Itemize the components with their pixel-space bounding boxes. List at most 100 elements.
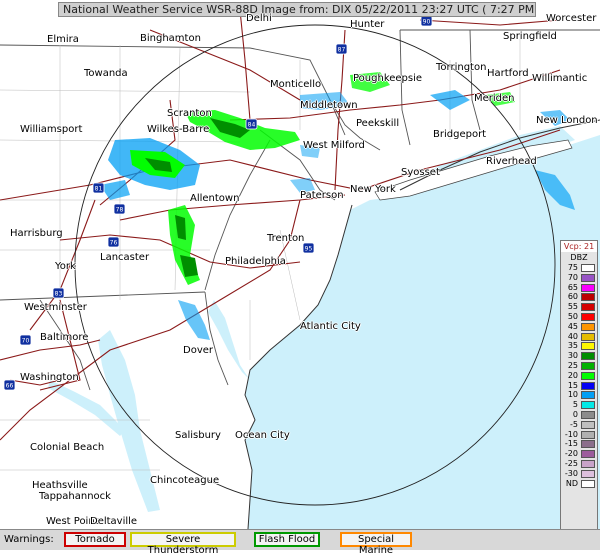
legend-level-label: 20 [567,370,578,380]
city-label: Middletown [300,100,358,111]
legend-color-swatch [581,450,595,459]
city-label: Paterson [300,190,344,201]
shield-i95-label: 95 [305,246,313,253]
legend-color-swatch [581,401,595,410]
shield-i81-label: 81 [95,186,103,193]
legend-color-swatch [581,264,595,272]
city-label: Heathsville [32,480,88,491]
city-label: Trenton [267,233,305,244]
city-label: Washington [20,372,79,383]
city-label: Poughkeepsie [353,73,423,84]
legend-level-label: 55 [567,302,578,312]
legend-row: 35 [561,341,597,351]
shield-i78-label: 78 [116,207,124,214]
legend-row: 45 [561,322,597,332]
legend-row: -25 [561,459,597,469]
legend-color-swatch [581,332,595,341]
legend-level-label: 0 [572,409,578,419]
city-label: Hunter [350,19,385,30]
legend-level-label: -25 [564,458,578,468]
shield-i81: 81 [92,182,105,194]
radar-frame: 90 87 84 81 78 76 83 70 95 66 National W… [0,0,600,556]
legend-row: -30 [561,469,597,479]
legend-row: -10 [561,430,597,440]
city-label: Scranton [167,108,212,119]
legend-level-label: -20 [564,449,578,459]
city-label: Syosset [401,167,440,178]
city-label: Meriden [474,93,515,104]
vcp-label: Vcp: 21 [561,241,597,252]
legend-row: 50 [561,312,597,322]
warnings-bar: Warnings: Tornado Severe Thunderstorm Fl… [0,529,600,556]
city-label: Colonial Beach [30,442,105,453]
legend-color-swatch [581,303,595,312]
tornado-warning-button[interactable]: Tornado [64,532,126,547]
shield-i90-label: 90 [423,19,431,26]
severe-thunderstorm-warning-button[interactable]: Severe Thunderstorm [130,532,236,556]
legend-color-swatch [581,479,595,488]
legend-level-label: -5 [570,419,578,429]
shield-i78: 78 [113,203,126,215]
city-label: Ocean City [235,430,290,441]
shield-i87: 87 [335,43,348,55]
shield-i76: 76 [107,236,120,248]
city-label: Lancaster [100,252,150,263]
warnings-title: Warnings: [4,534,54,545]
legend-row: -15 [561,439,597,449]
dbz-units-label: DBZ [570,253,588,262]
shield-i66-label: 66 [6,383,14,390]
special-marine-warning-button[interactable]: Special Marine [340,532,412,556]
legend-row: -5 [561,420,597,430]
legend-row: 10 [561,390,597,400]
legend-row: 0 [561,410,597,420]
legend-color-swatch [581,283,595,292]
legend-level-label: 65 [567,282,578,292]
legend-level-label: 60 [567,292,578,302]
legend-color-swatch [581,293,595,302]
flash-flood-warning-button[interactable]: Flash Flood [254,532,320,547]
city-label: Peekskill [356,118,400,129]
legend-level-label: 40 [567,331,578,341]
legend-level-label: ND [565,478,578,488]
legend-rows: 75 70 65 60 55 50 45 40 35 30 25 20 15 10 5 0 -5 -10 -15 -2… [561,263,597,488]
legend-row: 20 [561,371,597,381]
legend-level-label: 10 [567,390,578,400]
city-label: Deltaville [90,516,138,527]
shield-i87-label: 87 [338,47,346,54]
shield-i84: 84 [245,118,258,130]
shield-i70: 70 [19,334,32,346]
ocean-area [245,135,600,529]
shield-i90: 90 [420,15,433,27]
legend-color-swatch [581,459,595,468]
legend-row: 15 [561,381,597,391]
legend-row: 25 [561,361,597,371]
city-label: Chincoteague [150,475,220,486]
legend-row: 5 [561,400,597,410]
legend-level-label: 15 [567,380,578,390]
legend-color-swatch [581,430,595,439]
city-label: Hartford [487,68,529,79]
legend-color-swatch [581,342,595,351]
shield-i70-label: 70 [22,338,30,345]
city-label: Salisbury [175,430,221,441]
city-label: Elmira [47,34,79,45]
delaware-bay [208,300,250,380]
dbz-legend: Vcp: 21 DBZ 75 70 65 60 55 50 45 40 35 30 25 20 15 10… [560,240,598,540]
legend-color-swatch [581,391,595,400]
legend-row: ND [561,479,597,489]
flash-flood-warning-label: Flash Flood [258,534,316,545]
city-label: Torrington [436,62,487,73]
city-label: New London [536,115,598,126]
city-label: Riverhead [486,156,537,167]
city-label: Baltimore [40,332,89,343]
legend-color-swatch [581,361,595,370]
shield-i84-label: 84 [248,122,256,129]
legend-row: -20 [561,449,597,459]
shield-i83: 83 [52,287,65,299]
city-label: New York [350,184,396,195]
legend-color-swatch [581,273,595,282]
city-label: Willimantic [532,73,588,84]
city-label: York [55,261,76,272]
legend-color-swatch [581,322,595,331]
legend-row: 70 [561,273,597,283]
